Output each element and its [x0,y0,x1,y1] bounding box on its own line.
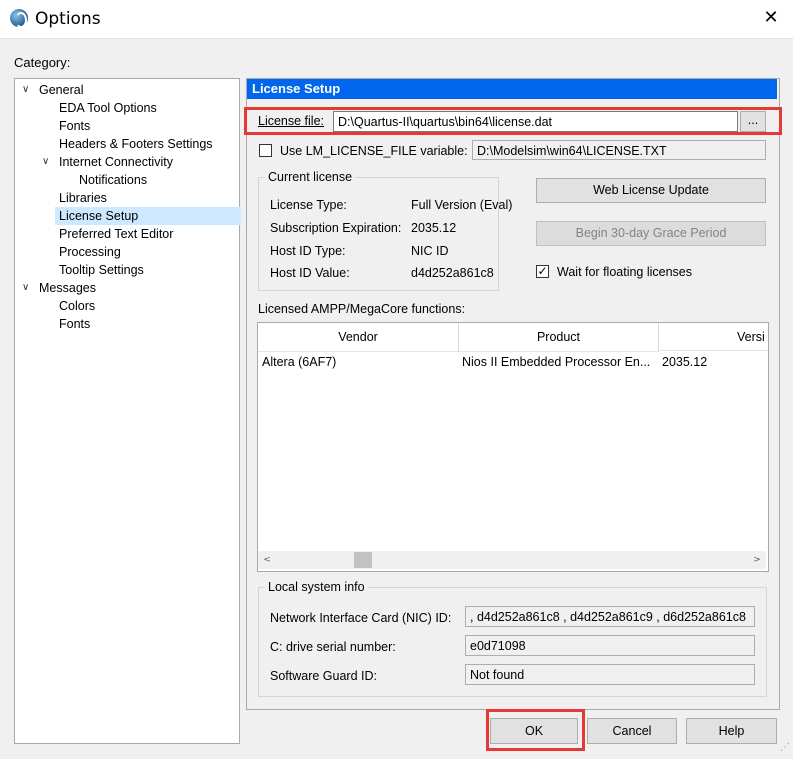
table-cell-version: 2035.12 [662,355,708,369]
category-tree[interactable]: ∨ General EDA Tool Options Fonts Headers… [14,78,241,744]
nic-id-field: , d4d252a861c8 , d4d252a861c9 , d6d252a8… [465,606,755,627]
drive-serial-field: e0d71098 [465,635,755,656]
grace-period-button: Begin 30-day Grace Period [536,221,766,246]
chevron-down-icon[interactable]: ∨ [22,279,29,297]
tree-item-colors[interactable]: Colors [59,297,95,315]
table-cell-vendor: Altera (6AF7) [262,355,337,369]
tree-item-preferred-text-editor[interactable]: Preferred Text Editor [59,225,173,243]
tree-item-libraries[interactable]: Libraries [59,189,107,207]
column-header-product[interactable]: Product [459,323,659,352]
tree-item-internet-connectivity[interactable]: ∨ Internet Connectivity [42,153,173,171]
license-file-input[interactable]: D:\Quartus-II\quartus\bin64\license.dat [333,111,738,132]
tree-item-headers-footers[interactable]: Headers & Footers Settings [59,135,213,153]
current-license-title: Current license [265,170,356,184]
software-guard-label: Software Guard ID: [270,669,377,683]
drive-serial-label: C: drive serial number: [270,640,396,654]
subscription-expiration-value: 2035.12 [411,221,457,235]
lm-license-label: Use LM_LICENSE_FILE variable: [280,144,468,158]
nic-id-label: Network Interface Card (NIC) ID: [270,611,452,625]
ok-button[interactable]: OK [490,718,578,744]
panel-header: License Setup [247,79,777,99]
scroll-left-icon[interactable]: < [258,551,276,569]
tree-item-tooltip-settings[interactable]: Tooltip Settings [59,261,144,279]
tree-item-label: General [39,83,84,97]
tree-item-processing[interactable]: Processing [59,243,121,261]
resize-grip-icon[interactable]: ⋰ [780,742,790,753]
chevron-down-icon[interactable]: ∨ [42,153,49,171]
license-type-label: License Type: [270,198,347,212]
cancel-button[interactable]: Cancel [587,718,677,744]
software-guard-field: Not found [465,664,755,685]
functions-table[interactable]: Vendor Product Versi Altera (6AF7) Nios … [257,322,769,572]
chevron-down-icon[interactable]: ∨ [22,81,29,99]
tree-item-messages[interactable]: ∨ Messages [22,279,96,297]
scrollbar-thumb[interactable] [354,552,372,568]
tree-item-notifications[interactable]: Notifications [79,171,147,189]
subscription-expiration-label: Subscription Expiration: [270,221,402,235]
host-id-value-label: Host ID Value: [270,266,350,280]
tree-item-label: Internet Connectivity [59,155,173,169]
window-title: Options [35,9,101,29]
category-label: Category: [14,55,71,70]
tree-item-fonts[interactable]: Fonts [59,117,90,135]
browse-button[interactable]: ... [740,111,766,132]
close-icon[interactable]: ✕ [760,5,782,31]
tree-item-label: Messages [39,281,96,295]
host-id-type-value: NIC ID [411,244,449,258]
license-type-value: Full Version (Eval) [411,198,513,212]
tree-item-general[interactable]: ∨ General [22,81,84,99]
local-system-info-title: Local system info [265,580,368,594]
host-id-value: d4d252a861c8 [411,266,494,280]
lm-license-checkbox[interactable] [259,144,272,157]
tree-item-license-setup[interactable]: License Setup [55,207,241,225]
tree-item-message-fonts[interactable]: Fonts [59,315,90,333]
title-bar: Options ✕ [0,0,793,39]
license-file-label: License file: [258,114,325,128]
functions-label: Licensed AMPP/MegaCore functions: [258,302,466,316]
tree-item-eda-tool-options[interactable]: EDA Tool Options [59,99,157,117]
table-cell-product: Nios II Embedded Processor En... [462,355,651,369]
quartus-globe-icon [10,9,28,28]
lm-license-field: D:\Modelsim\win64\LICENSE.TXT [472,140,766,160]
host-id-type-label: Host ID Type: [270,244,346,258]
web-license-update-button[interactable]: Web License Update [536,178,766,203]
help-button[interactable]: Help [686,718,777,744]
horizontal-scrollbar[interactable]: < > [258,551,766,569]
wait-floating-checkbox[interactable]: ✓ [536,265,549,278]
column-header-vendor[interactable]: Vendor [258,323,459,352]
scroll-right-icon[interactable]: > [748,551,766,569]
wait-floating-label: Wait for floating licenses [557,265,693,279]
column-header-version[interactable]: Versi [659,323,768,351]
